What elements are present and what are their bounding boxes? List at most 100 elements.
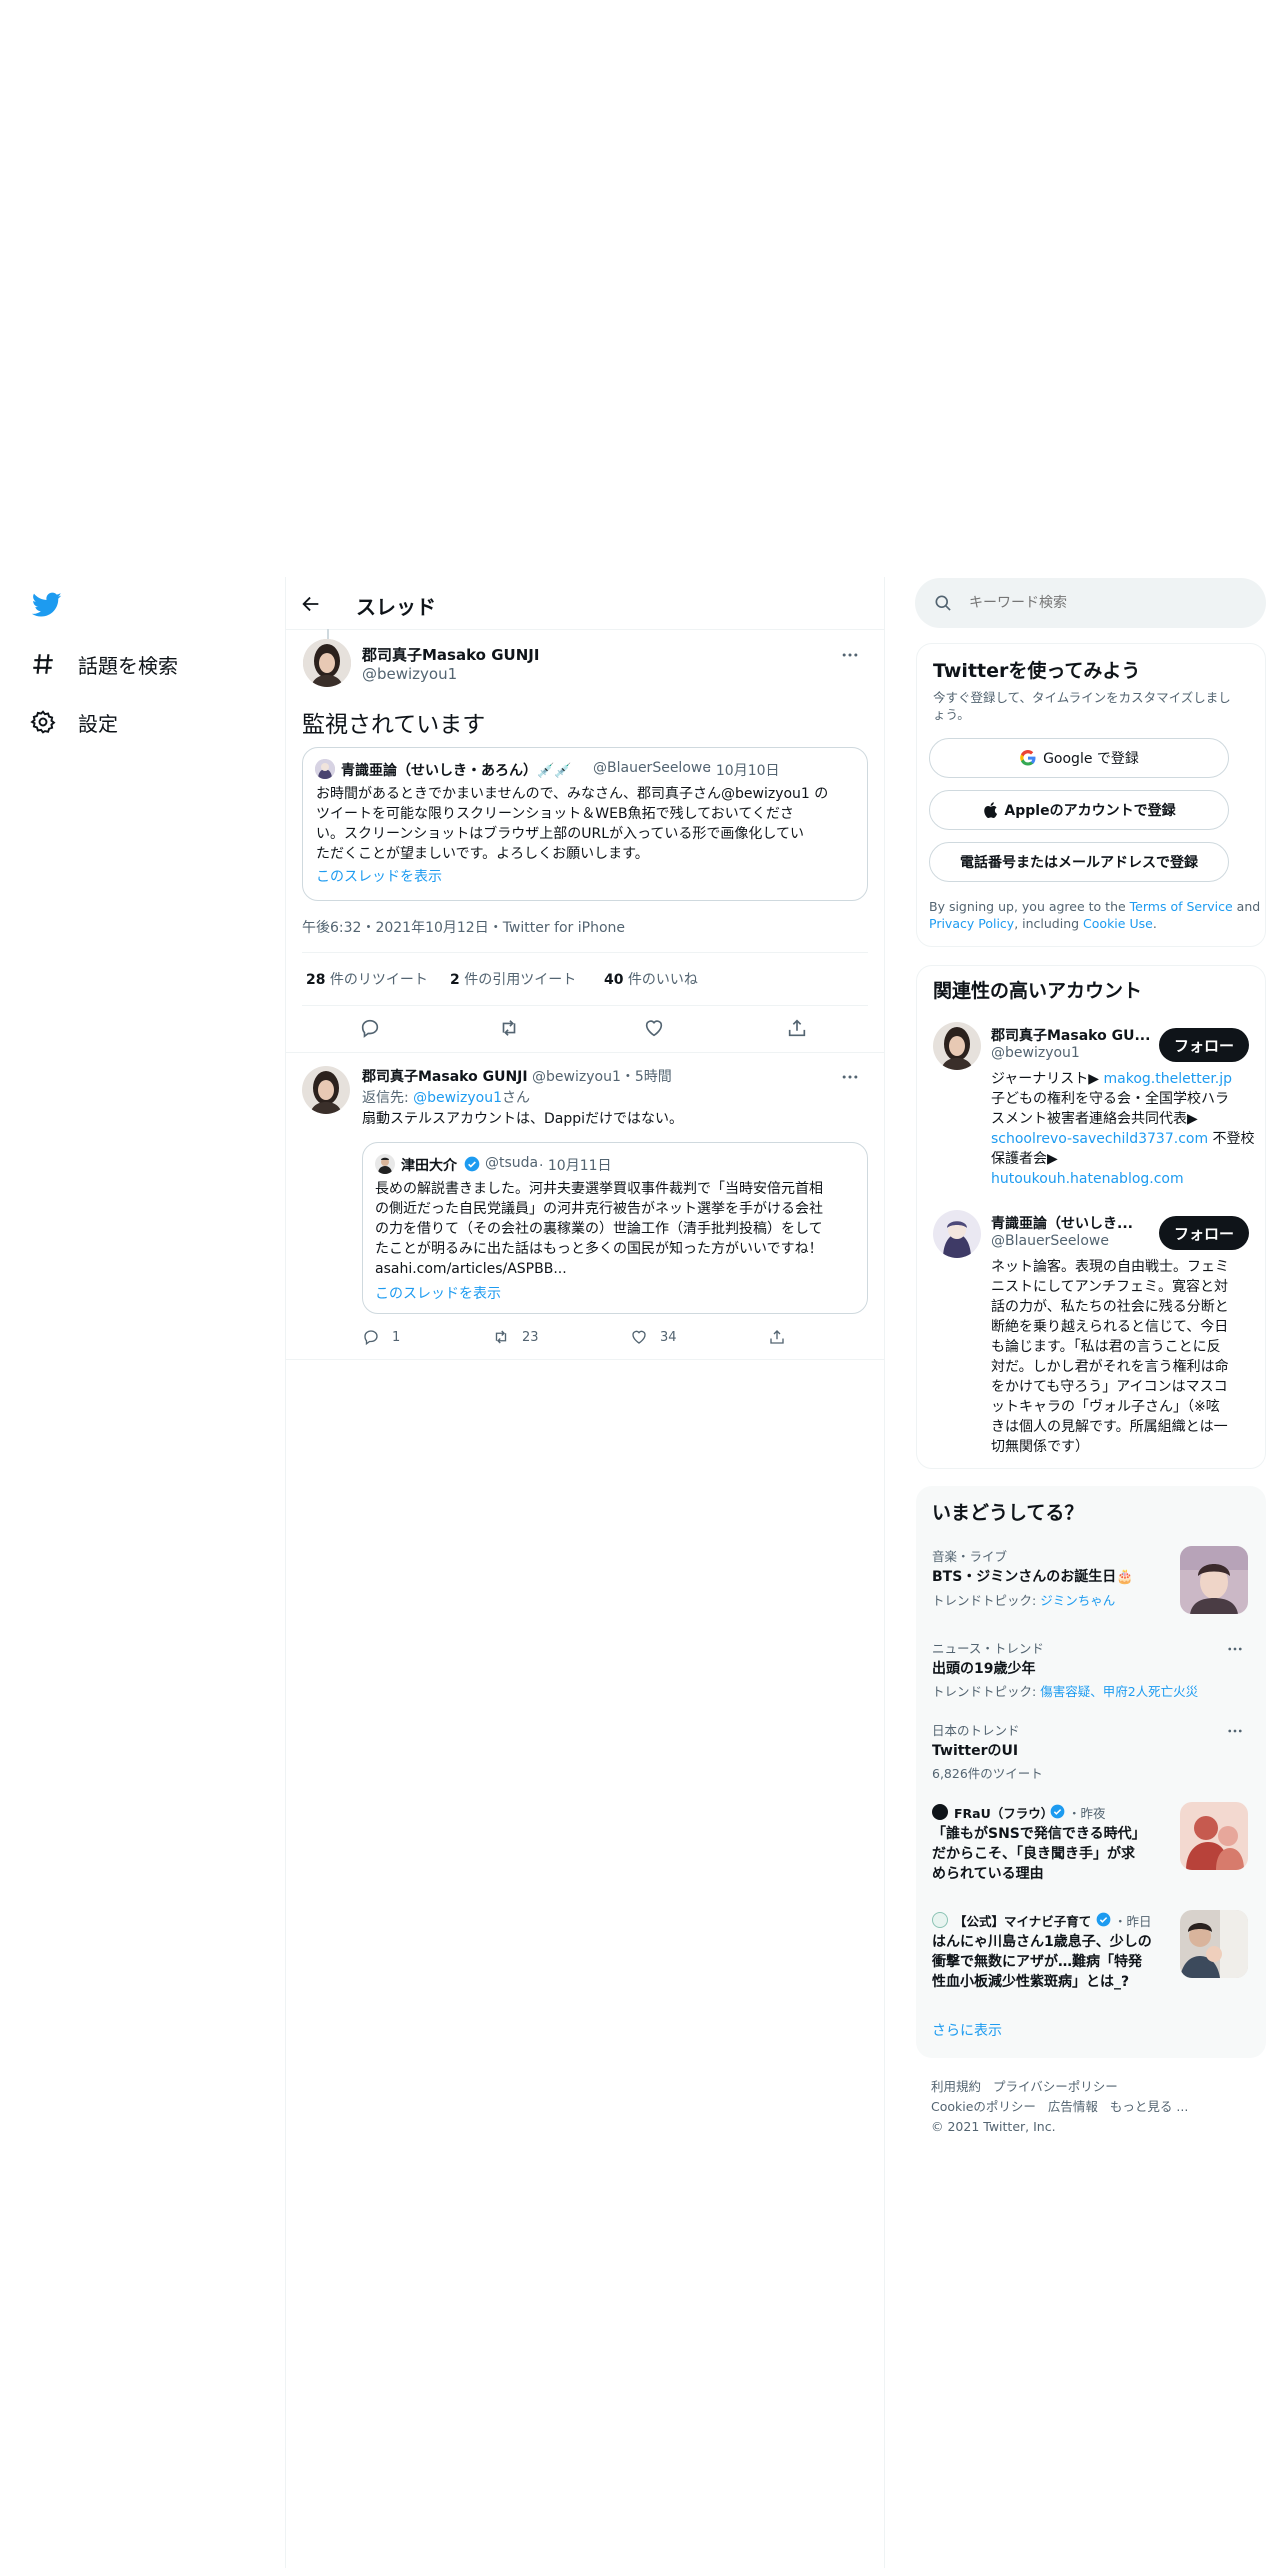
reply-handle-time[interactable]: @bewizyou1・5時間 bbox=[532, 1069, 672, 1085]
quoted-text: 長めの解説書きました。河井夫妻選挙買収事件裁判で「当時安倍元首相 の側近だった自… bbox=[375, 1181, 823, 1277]
tweet-meta[interactable]: 午後6:32・2021年10月12日・Twitter for iPhone bbox=[302, 917, 625, 937]
search-box[interactable] bbox=[915, 578, 1266, 628]
column-divider-left bbox=[285, 577, 286, 2568]
likes-stat[interactable]: 40 件のいいね bbox=[604, 969, 698, 989]
nav-explore[interactable]: 話題を検索 bbox=[30, 644, 178, 684]
trend-category: 音楽・ライブ bbox=[932, 1549, 1008, 1564]
account-bio: ジャーナリスト▶ makog.theletter.jp 子どもの権利を守る会・全… bbox=[991, 1071, 1255, 1189]
quoted-date: · 10月10日 bbox=[707, 763, 780, 779]
more-icon[interactable] bbox=[840, 645, 860, 665]
news-time: ・昨夜 bbox=[1068, 1806, 1106, 1821]
news-source: 【公式】マイナビ子育て bbox=[954, 1914, 1092, 1929]
like-action[interactable]: 34 bbox=[630, 1328, 677, 1346]
account-name[interactable]: 青識亜論（せいしき... bbox=[991, 1213, 1133, 1233]
reply-to: 返信先: @bewizyou1さん bbox=[362, 1090, 530, 1106]
news-headline: はんにゃ川島さん1歳息子、少しの 衝撃で無数にアザが…難病「特発 性血小板減少性… bbox=[932, 1934, 1152, 1990]
trend-category: ニュース・トレンド bbox=[932, 1641, 1044, 1656]
tweet-text: 監視されています bbox=[302, 712, 486, 738]
news-source: FRaU（フラウ） bbox=[954, 1806, 1054, 1821]
avatar bbox=[315, 759, 335, 779]
avatar[interactable] bbox=[933, 1022, 981, 1070]
show-thread-link[interactable]: このスレッドを表示 bbox=[375, 1283, 501, 1303]
source-avatar bbox=[932, 1804, 948, 1820]
reply-icon[interactable] bbox=[359, 1017, 381, 1039]
divider bbox=[302, 952, 868, 953]
relevant-accounts-panel: 関連性の高いアカウント 郡司真子Masako GU... @bewizyou1 … bbox=[916, 965, 1266, 1469]
privacy-link[interactable]: Privacy Policy bbox=[929, 916, 1014, 931]
column-divider-right bbox=[884, 577, 885, 2568]
trend-topic: トレンドトピック: ジミンちゃん bbox=[932, 1593, 1116, 1608]
more-icon[interactable] bbox=[1226, 1722, 1244, 1740]
phone-email-signup-button[interactable]: 電話番号またはメールアドレスで登録 bbox=[929, 842, 1229, 882]
gear-icon bbox=[30, 709, 56, 735]
follow-button[interactable]: フォロー bbox=[1159, 1028, 1249, 1062]
cookie-link[interactable]: Cookie Use bbox=[1083, 916, 1153, 931]
retweet-icon[interactable] bbox=[498, 1017, 520, 1039]
account-handle[interactable]: @bewizyou1 bbox=[991, 1045, 1080, 1061]
twitter-logo-icon[interactable] bbox=[32, 592, 62, 618]
back-arrow-icon[interactable] bbox=[300, 593, 322, 615]
like-count: 34 bbox=[660, 1329, 677, 1345]
quoted-author-name: 津田大介 bbox=[401, 1158, 457, 1174]
footer-more-link[interactable]: もっと見る ... bbox=[1110, 2099, 1188, 2114]
terms-link[interactable]: Terms of Service bbox=[1130, 899, 1233, 914]
trend-topic: トレンドトピック: 傷害容疑、甲府2人死亡火災 bbox=[932, 1684, 1199, 1699]
follow-button[interactable]: フォロー bbox=[1159, 1216, 1249, 1250]
bio-link[interactable]: makog.theletter.jp bbox=[1104, 1071, 1233, 1087]
reply-action[interactable]: 1 bbox=[362, 1328, 400, 1346]
reply-to-link[interactable]: @bewizyou1 bbox=[413, 1090, 502, 1106]
news-item[interactable]: FRaU（フラウ） ・昨夜 「誰もがSNSで発信できる時代」 だからこそ、「良き… bbox=[916, 1802, 1266, 1892]
quoted-author-handle: @tsuda bbox=[485, 1155, 539, 1171]
trend-thumbnail bbox=[1180, 1546, 1248, 1614]
google-signup-label: Google で登録 bbox=[1043, 751, 1139, 767]
show-more-link[interactable]: さらに表示 bbox=[932, 2020, 1002, 2040]
like-icon[interactable] bbox=[643, 1017, 665, 1039]
bio-link[interactable]: hutoukouh.hatenablog.com bbox=[991, 1169, 1255, 1189]
trends-title: いまどうしてる？ bbox=[932, 1502, 1084, 1524]
retweets-stat[interactable]: 28 件のリツイート bbox=[306, 969, 428, 989]
quoted-tweet-card[interactable]: 青識亜論（せいしき・あろん）💉💉 @BlauerSeelowe · 10月10日… bbox=[302, 747, 868, 901]
retweet-icon bbox=[492, 1328, 510, 1346]
avatar[interactable] bbox=[302, 1066, 350, 1114]
search-input[interactable] bbox=[969, 590, 1249, 616]
footer-ads-link[interactable]: 広告情報 bbox=[1048, 2099, 1098, 2114]
quote-tweets-stat[interactable]: 2 件の引用ツイート bbox=[450, 969, 576, 989]
retweet-action[interactable]: 23 bbox=[492, 1328, 539, 1346]
trend-item[interactable]: 音楽・ライブ BTS・ジミンさんのお誕生日🎂 トレンドトピック: ジミンちゃん bbox=[916, 1546, 1266, 1620]
relevant-title: 関連性の高いアカウント bbox=[933, 980, 1143, 1002]
author-handle[interactable]: @bewizyou1 bbox=[362, 665, 457, 683]
share-icon[interactable] bbox=[768, 1328, 786, 1346]
reply-author-name[interactable]: 郡司真子Masako GUNJI bbox=[362, 1069, 528, 1085]
nav-settings[interactable]: 設定 bbox=[30, 702, 118, 742]
more-icon[interactable] bbox=[840, 1067, 860, 1087]
trend-item[interactable]: ニュース・トレンド 出頭の19歳少年 トレンドトピック: 傷害容疑、甲府2人死亡… bbox=[916, 1638, 1266, 1702]
footer-cookie-link[interactable]: Cookieのポリシー bbox=[931, 2099, 1036, 2114]
account-handle[interactable]: @BlauerSeelowe bbox=[991, 1233, 1109, 1249]
news-item[interactable]: 【公式】マイナビ子育て ・昨日 はんにゃ川島さん1歳息子、少しの 衝撃で無数にア… bbox=[916, 1910, 1266, 2000]
show-thread-link[interactable]: このスレッドを表示 bbox=[316, 866, 442, 886]
hashtag-icon bbox=[30, 651, 56, 677]
reply-header: 郡司真子Masako GUNJI @bewizyou1・5時間 bbox=[362, 1066, 672, 1086]
more-icon[interactable] bbox=[1226, 1640, 1244, 1658]
nav-explore-label: 話題を検索 bbox=[78, 653, 178, 678]
footer-terms-link[interactable]: 利用規約 bbox=[931, 2079, 981, 2094]
apple-signup-label: Appleのアカウントで登録 bbox=[1004, 803, 1176, 819]
footer-privacy-link[interactable]: プライバシーポリシー bbox=[993, 2079, 1118, 2094]
news-thumbnail bbox=[1180, 1802, 1248, 1870]
apple-signup-button[interactable]: Appleのアカウントで登録 bbox=[929, 790, 1229, 830]
avatar[interactable] bbox=[303, 639, 351, 687]
quoted-tweet-card[interactable]: 津田大介 @tsuda · 10月11日 長めの解説書きました。河井夫妻選挙買収… bbox=[362, 1142, 868, 1314]
like-icon bbox=[630, 1328, 648, 1346]
reply-text: 扇動ステルスアカウントは、Dappiだけではない。 bbox=[362, 1111, 684, 1127]
divider bbox=[302, 1005, 868, 1006]
author-name[interactable]: 郡司真子Masako GUNJI bbox=[362, 644, 539, 665]
source-avatar bbox=[932, 1912, 948, 1928]
google-signup-button[interactable]: Google で登録 bbox=[929, 738, 1229, 778]
share-icon[interactable] bbox=[786, 1017, 808, 1039]
trend-category: 日本のトレンド bbox=[932, 1723, 1020, 1738]
trend-item[interactable]: 日本のトレンド TwitterのUI 6,826件のツイート bbox=[916, 1720, 1266, 1784]
account-name[interactable]: 郡司真子Masako GU... bbox=[991, 1025, 1150, 1045]
reply-icon bbox=[362, 1328, 380, 1346]
bio-link[interactable]: schoolrevo-savechild3737.com bbox=[991, 1131, 1208, 1147]
avatar[interactable] bbox=[933, 1210, 981, 1258]
